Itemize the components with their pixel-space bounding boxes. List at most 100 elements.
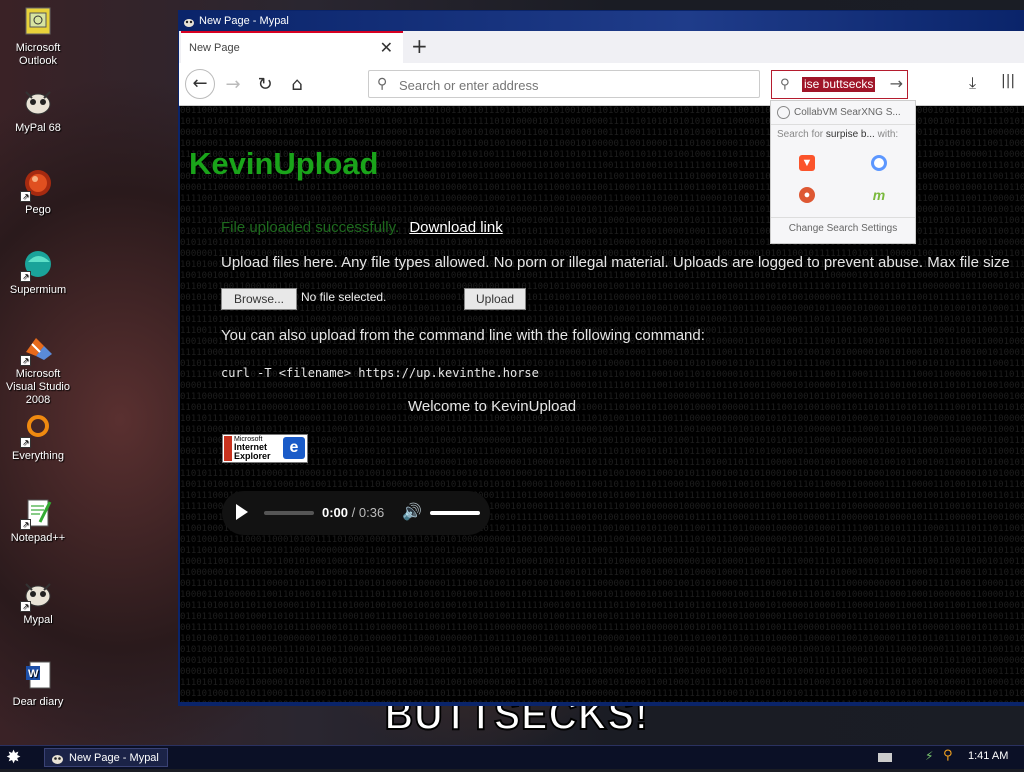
taskbar-button-label: New Page - Mypal [69,752,159,764]
back-button[interactable]: ← [185,69,215,99]
everything-icon: ↗ [20,414,54,448]
tab-strip: New Page ✕ + [179,31,1024,63]
svg-text:W: W [28,668,39,680]
search-for-label: Search for surpise b... with: [777,129,898,140]
search-icon: ⚲ [780,77,790,92]
brave-icon[interactable]: ▼ [799,155,815,171]
search-icon: ⚲ [377,76,388,92]
address-bar[interactable]: ⚲ [368,70,760,98]
ie-badge[interactable]: Microsoft Internet Explorer e [222,434,308,463]
keyboard-icon[interactable] [878,753,892,762]
reload-button[interactable]: ↻ [251,71,279,99]
search-go-arrow-icon[interactable]: → [890,74,903,93]
word-doc-icon: W [22,660,54,692]
desktop-icon-visual-studio[interactable]: ↗ Microsoft Visual Studio 2008 [0,332,76,407]
command-line: curl -T <filename> https://up.kevinthe.h… [221,366,539,380]
search-tray-icon[interactable]: ⚲ [943,748,953,763]
page-title: KevinUpload [189,146,379,181]
tab-new-page[interactable]: New Page ✕ [181,31,403,63]
volume-icon[interactable]: 🔊 [402,502,422,522]
shortcut-arrow-icon: ↗ [20,271,31,282]
upload-status: File uploaded successfully. Download lin… [221,219,503,236]
downloads-icon[interactable]: ⤓ [969,73,976,93]
shortcut-arrow-icon: ↗ [20,437,31,448]
search-for-query: surpise b... [825,129,875,140]
mypal-icon: ↗ [20,578,54,612]
start-button[interactable]: ✸ [6,747,21,768]
mojeek-icon[interactable]: m [871,187,887,203]
audio-time: 0:00 / 0:36 [322,505,384,520]
desktop-icon-pego[interactable]: ↗ Pego [0,168,76,217]
notepadpp-icon: ↗ [20,496,54,530]
divider [771,217,915,218]
search-suggestions-dropdown: CollabVM SearXNG S... Search for surpise… [770,100,916,244]
time-separator: / [351,505,356,520]
shortcut-arrow-icon: ↗ [20,191,31,202]
desktop-icon-label: Microsoft Visual Studio 2008 [5,368,70,406]
seek-slider[interactable] [264,511,314,515]
home-button[interactable]: ⌂ [283,71,311,99]
search-input-selected-text[interactable]: ise buttsecks [802,77,876,92]
duckduckgo-icon[interactable]: ● [799,187,815,203]
browse-button[interactable]: Browse... [221,288,297,310]
desktop-icon-mypal[interactable]: ↗ Mypal [0,578,76,627]
forward-button[interactable]: → [219,71,247,99]
ie-logo-icon: e [283,437,305,459]
search-bar[interactable]: ⚲ ise buttsecks → [771,70,908,99]
current-time: 0:00 [322,505,349,520]
network-icon[interactable]: ⚡ [925,749,933,763]
shortcut-arrow-icon: ↗ [20,355,31,366]
library-icon[interactable]: ||| [1001,73,1015,89]
desktop-icon-label: Microsoft Outlook [15,42,61,67]
qwant-icon[interactable] [871,155,887,171]
clock[interactable]: 1:41 AM [968,750,1008,762]
close-tab-icon[interactable]: ✕ [380,38,393,57]
desktop-icon-label: Mypal [23,614,53,626]
globe-icon [777,106,790,119]
mypal-icon [51,752,64,765]
window-titlebar[interactable]: New Page - Mypal [179,11,1024,31]
divider [771,124,915,125]
current-search-engine[interactable]: CollabVM SearXNG S... [777,106,901,119]
taskbar-button-mypal[interactable]: New Page - Mypal [44,748,168,767]
desktop-icon-outlook[interactable]: Microsoft Outlook [0,6,76,68]
desktop-icon-label: MyPal 68 [15,122,61,134]
outlook-icon [22,6,54,38]
shortcut-arrow-icon: ↗ [20,601,31,612]
pego-icon: ↗ [20,168,54,202]
new-tab-button[interactable]: + [411,34,428,58]
desktop-icon-label: Everything [12,450,64,462]
desktop-icon-mypal-68[interactable]: MyPal 68 [0,86,76,135]
volume-slider[interactable] [430,511,480,515]
address-input[interactable] [397,74,751,96]
badge-line3: Explorer [234,451,271,461]
download-link[interactable]: Download link [409,219,502,236]
supermium-icon: ↗ [20,248,54,282]
status-text: File uploaded successfully. [221,219,400,236]
desktop-icon-label: Notepad++ [10,532,66,544]
desktop-icon-dear-diary[interactable]: W Dear diary [0,660,76,709]
search-for-prefix: Search for [777,129,824,140]
file-status: No file selected. [301,290,387,304]
desktop-icon-everything[interactable]: ↗ Everything [0,414,76,463]
play-icon[interactable] [236,504,248,520]
desktop-icon-label: Supermium [9,284,67,296]
desktop-icon-label: Dear diary [12,696,64,708]
duration: 0:36 [358,505,385,520]
command-intro: You can also upload from the command lin… [221,327,705,344]
change-search-settings[interactable]: Change Search Settings [771,223,915,234]
engine-name: CollabVM SearXNG S... [794,107,901,119]
tab-title: New Page [189,42,240,54]
desktop-icon-supermium[interactable]: ↗ Supermium [0,248,76,297]
audio-player: 0:00 / 0:36 🔊 [222,491,490,535]
taskbar: ✸ New Page - Mypal ⚡ ⚲ 1:41 AM [0,745,1024,769]
upload-description: Upload files here. Any file types allowe… [221,254,1010,271]
mypal-icon [22,86,54,118]
badge-stripe [224,436,232,461]
shortcut-arrow-icon: ↗ [20,519,31,530]
upload-button[interactable]: Upload [464,288,526,310]
window-title: New Page - Mypal [199,15,289,27]
desktop-icon-notepadpp[interactable]: ↗ Notepad++ [0,496,76,545]
welcome-text: Welcome to KevinUpload [408,398,577,415]
visual-studio-icon: ↗ [20,332,54,366]
